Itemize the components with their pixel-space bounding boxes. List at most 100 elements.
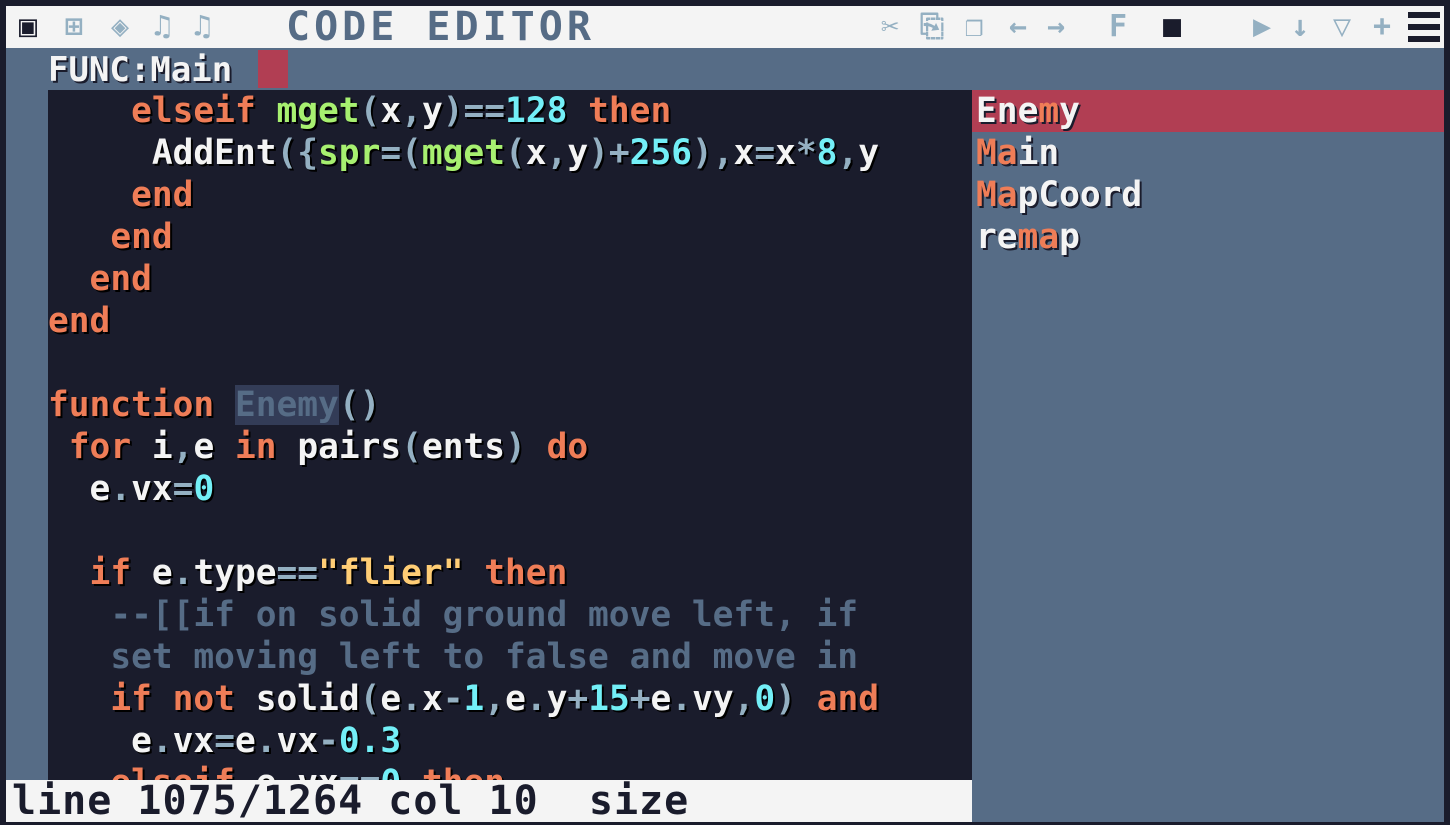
code-token: =( — [380, 133, 422, 173]
autocomplete-text: M — [976, 175, 997, 215]
code-line[interactable]: elseif mget(x,y)==128 then — [48, 90, 671, 132]
outline-icon[interactable]: ■ — [1154, 6, 1190, 48]
code-token: e — [234, 721, 256, 761]
bookmark-icon[interactable]: ▽ — [1324, 6, 1360, 48]
paste-icon[interactable]: ❐ — [956, 6, 992, 48]
code-token: = — [214, 721, 235, 761]
autocomplete-text: p — [1017, 175, 1039, 215]
code-token: + — [629, 679, 651, 719]
line-gutter — [6, 48, 48, 780]
code-token: == — [339, 763, 381, 780]
code-line[interactable]: if e.type=="flier" then — [48, 552, 568, 594]
menu-hamburger-icon[interactable] — [1404, 6, 1444, 48]
code-line[interactable]: end — [48, 216, 173, 258]
run-icon[interactable]: ▶ — [1246, 6, 1278, 48]
editor-title: CODE EDITOR — [286, 4, 595, 50]
redo-icon[interactable]: → — [1038, 6, 1074, 48]
copy-icon[interactable]: ⎘ — [914, 6, 950, 48]
code-token: . — [255, 721, 277, 761]
cut-icon[interactable]: ✂ — [872, 6, 908, 48]
code-line[interactable]: end — [48, 300, 110, 342]
code-token: 128 — [505, 91, 568, 131]
step-icon[interactable]: ↓ — [1284, 6, 1316, 48]
code-line[interactable]: if not solid(e.x-1,e.y+15+e.vy,0) and — [48, 678, 879, 720]
music-editor-icon[interactable]: ♫ — [184, 6, 220, 48]
code-area[interactable]: elseif mget(x,y)==128 then AddEnt({spr=(… — [48, 90, 972, 780]
code-token: e — [380, 679, 402, 719]
code-token: ents — [421, 427, 506, 467]
code-line[interactable]: function Enemy() — [48, 384, 380, 426]
code-token: x — [775, 133, 796, 173]
code-token: 8 — [816, 133, 838, 173]
code-line[interactable]: set moving left to false and move in — [48, 636, 858, 678]
add-icon[interactable]: + — [1364, 6, 1400, 48]
code-token: elseif — [110, 763, 235, 780]
autocomplete-text: m — [1038, 91, 1060, 131]
autocomplete-item[interactable]: Enemy — [972, 90, 1444, 132]
code-line[interactable]: end — [48, 258, 152, 300]
sfx-editor-icon[interactable]: ♫ — [146, 6, 178, 48]
code-line[interactable]: end — [48, 174, 193, 216]
code-token: end — [110, 217, 173, 257]
autocomplete-text: M — [976, 133, 997, 173]
autocomplete-text: n — [996, 91, 1018, 131]
code-token: vx — [131, 469, 173, 509]
code-token: , — [712, 133, 734, 173]
autocomplete-text: n — [1038, 133, 1060, 173]
find-icon[interactable]: F — [1100, 6, 1136, 48]
code-token: ({ — [276, 133, 319, 173]
code-token: e — [193, 427, 215, 467]
current-function-label[interactable]: FUNC:Main — [48, 50, 232, 90]
status-bar: line 1075/1264 col 10 size — [6, 780, 972, 822]
autocomplete-item[interactable]: remap — [972, 216, 1444, 258]
code-line[interactable]: AddEnt({spr=(mget(x,y)+256),x=x*8,y — [48, 132, 879, 174]
autocomplete-panel: Enemy Main MapCoord remap — [972, 90, 1444, 822]
code-token: --[[if on solid ground move left, if — [110, 595, 859, 635]
code-token: - — [442, 679, 464, 719]
code-token: end — [48, 301, 111, 341]
code-line[interactable]: e.vx=0 — [48, 468, 215, 510]
code-token: . — [110, 469, 132, 509]
code-token: , — [733, 679, 755, 719]
code-token: y — [858, 133, 880, 173]
autocomplete-item[interactable]: MapCoord — [972, 174, 1444, 216]
code-token: function — [48, 385, 215, 425]
code-token: ) — [442, 91, 464, 131]
code-line[interactable]: --[[if on solid ground move left, if — [48, 594, 858, 636]
code-token: spr — [318, 133, 381, 173]
code-tab-icon[interactable]: ▣ — [8, 6, 48, 48]
code-token: * — [795, 133, 817, 173]
undo-icon[interactable]: ← — [1000, 6, 1036, 48]
autocomplete-text: i — [1017, 133, 1039, 173]
sprite-editor-icon[interactable]: ⊞ — [56, 6, 92, 48]
code-token: not — [172, 679, 235, 719]
code-line[interactable]: elseif e.vx==0 then — [48, 762, 505, 780]
autocomplete-item[interactable]: Main — [972, 132, 1444, 174]
code-token: solid — [255, 679, 360, 719]
code-token: x — [380, 91, 402, 131]
code-token: and — [816, 679, 880, 719]
code-token: AddEnt — [151, 133, 277, 173]
code-token: == — [463, 91, 506, 131]
code-token: e — [256, 763, 277, 780]
autocomplete-text: E — [976, 91, 997, 131]
autocomplete-text: a — [996, 133, 1018, 173]
code-line[interactable]: e.vx=e.vx-0.3 — [48, 720, 401, 762]
code-token: e — [650, 679, 672, 719]
code-token: mget — [421, 133, 505, 173]
map-editor-icon[interactable]: ◈ — [102, 6, 138, 48]
code-line[interactable]: for i,e in pairs(ents) do — [48, 426, 588, 468]
code-token: 0 — [380, 763, 401, 780]
code-token: then — [422, 763, 505, 780]
